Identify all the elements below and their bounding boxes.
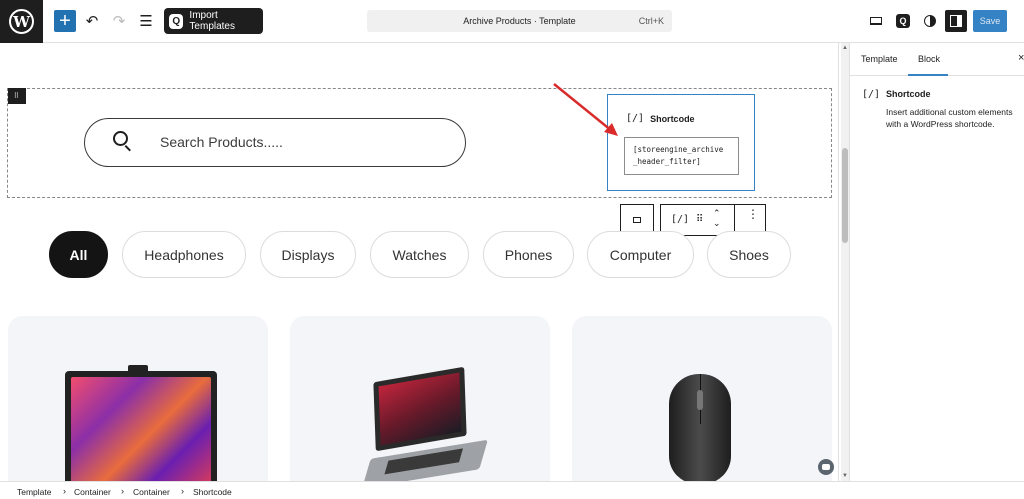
shortcode-block[interactable]: [/] Shortcode [storeengine_archive _head… bbox=[607, 94, 755, 191]
move-down-icon[interactable]: ⌄ bbox=[713, 218, 721, 228]
drag-grip-icon[interactable]: ⠿ bbox=[696, 214, 703, 225]
filter-computer[interactable]: Computer bbox=[587, 231, 694, 278]
block-type-shortcode-icon[interactable]: [/] bbox=[671, 214, 689, 225]
shortcode-textarea[interactable]: [storeengine_archive _header_filter] bbox=[624, 137, 739, 175]
filter-watches[interactable]: Watches bbox=[370, 231, 469, 278]
plugin-button[interactable]: Q bbox=[893, 11, 913, 31]
filter-displays[interactable]: Displays bbox=[260, 231, 356, 278]
mouse-product-image bbox=[669, 374, 731, 481]
active-tab-indicator bbox=[908, 74, 948, 76]
settings-sidebar: Template Block × [/] Shortcode Insert ad… bbox=[849, 43, 1024, 481]
undo-button[interactable]: ↶ bbox=[81, 10, 103, 32]
drag-handle-icon[interactable]: ⠿ bbox=[8, 88, 26, 104]
shortcode-block-title: Shortcode bbox=[650, 113, 695, 124]
shortcode-icon: [/] bbox=[626, 113, 645, 124]
command-palette-button[interactable]: Archive Products · Template Ctrl+K bbox=[367, 10, 672, 32]
breadcrumb-item-shortcode[interactable]: Shortcode bbox=[193, 487, 232, 497]
wordpress-icon: W bbox=[9, 9, 34, 34]
search-placeholder: Search Products..... bbox=[160, 134, 283, 150]
sidebar-panel-icon bbox=[950, 15, 962, 27]
product-search-field[interactable]: Search Products..... bbox=[84, 118, 466, 167]
more-options-icon[interactable]: ⋮ bbox=[747, 208, 759, 220]
wordpress-logo-button[interactable]: W bbox=[0, 0, 43, 43]
breadcrumb-separator: › bbox=[63, 486, 66, 496]
scroll-down-icon[interactable]: ▼ bbox=[842, 473, 848, 479]
scroll-up-icon[interactable]: ▲ bbox=[842, 45, 848, 51]
product-card[interactable] bbox=[572, 316, 832, 481]
shortcode-line-2: _header_filter] bbox=[633, 157, 701, 166]
block-name: Shortcode bbox=[886, 89, 931, 99]
move-up-icon[interactable]: ⌃ bbox=[713, 208, 721, 218]
search-icon bbox=[113, 131, 132, 152]
shortcode-line-1: [storeengine_archive bbox=[633, 145, 724, 154]
tab-block[interactable]: Block bbox=[918, 54, 940, 64]
breadcrumb: Template › Container › Container › Short… bbox=[0, 481, 1024, 499]
parent-block-icon bbox=[633, 217, 641, 223]
add-block-button[interactable]: + bbox=[54, 10, 76, 32]
assistant-bot-icon[interactable] bbox=[818, 459, 834, 475]
scrollbar-thumb[interactable] bbox=[842, 148, 848, 243]
breadcrumb-separator: › bbox=[121, 486, 124, 496]
product-card[interactable] bbox=[290, 316, 550, 481]
plugin-q-icon: Q bbox=[896, 14, 910, 28]
close-icon[interactable]: × bbox=[1018, 52, 1024, 64]
keyboard-shortcut: Ctrl+K bbox=[638, 16, 664, 26]
laptop-product-image bbox=[362, 366, 488, 481]
document-title: Archive Products · Template bbox=[463, 16, 576, 26]
sidebar-tabs: Template Block × bbox=[850, 43, 1024, 76]
shortcode-block-header: [/] Shortcode bbox=[626, 113, 695, 124]
filter-shoes[interactable]: Shoes bbox=[707, 231, 791, 278]
import-templates-label: Import Templates bbox=[189, 10, 235, 32]
move-block-buttons[interactable]: ⌃ ⌄ bbox=[713, 208, 721, 228]
block-description: Insert additional custom elements with a… bbox=[886, 107, 1013, 129]
breadcrumb-item-container[interactable]: Container bbox=[133, 487, 170, 497]
red-arrow-annotation bbox=[553, 83, 618, 136]
breadcrumb-separator: › bbox=[181, 486, 184, 496]
redo-button[interactable]: ↷ bbox=[108, 10, 130, 32]
breadcrumb-item-container[interactable]: Container bbox=[74, 487, 111, 497]
contrast-icon bbox=[924, 15, 936, 27]
save-button[interactable]: Save bbox=[973, 10, 1007, 32]
category-filter-bar: All Headphones Displays Watches Phones C… bbox=[0, 231, 838, 279]
styles-button[interactable] bbox=[920, 11, 940, 31]
filter-headphones[interactable]: Headphones bbox=[122, 231, 246, 278]
breadcrumb-item-template[interactable]: Template bbox=[17, 487, 52, 497]
list-view-button[interactable]: ☰ bbox=[135, 10, 157, 32]
editor-canvas: ⠿ Search Products..... [/] Shortcode [st… bbox=[0, 43, 839, 481]
device-preview-button[interactable] bbox=[866, 11, 886, 31]
import-templates-button[interactable]: Q Import Templates bbox=[164, 8, 263, 34]
tab-template[interactable]: Template bbox=[861, 54, 898, 64]
editor-top-toolbar: W + ↶ ↷ ☰ Q Import Templates Archive Pro… bbox=[0, 0, 1024, 43]
settings-toggle-button[interactable] bbox=[945, 10, 967, 32]
import-templates-icon: Q bbox=[169, 13, 184, 29]
monitor-product-image bbox=[65, 365, 217, 481]
shortcode-icon: [/] bbox=[862, 89, 881, 100]
filter-phones[interactable]: Phones bbox=[483, 231, 574, 278]
product-card[interactable] bbox=[8, 316, 268, 481]
desktop-icon bbox=[870, 17, 882, 25]
filter-all[interactable]: All bbox=[49, 231, 108, 278]
canvas-scrollbar[interactable]: ▲ ▼ bbox=[841, 43, 849, 481]
